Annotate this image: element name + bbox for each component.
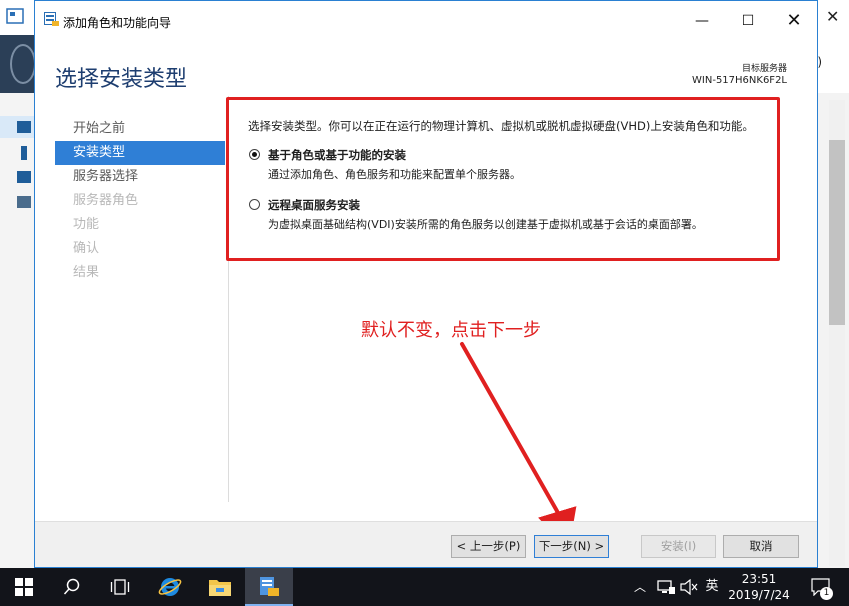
nav-item-server-selection[interactable]: 服务器选择 — [55, 165, 225, 189]
nav-item-server-roles: 服务器角色 — [73, 193, 139, 208]
nav-item-before-you-begin[interactable]: 开始之前 — [55, 117, 225, 141]
server-manager-icon — [6, 8, 24, 24]
notification-center-icon[interactable] — [808, 568, 834, 606]
nav-item-results: 结果 — [73, 265, 100, 280]
previous-button[interactable]: < 上一步(P) — [451, 535, 526, 558]
cancel-button[interactable]: 取消 — [723, 535, 799, 558]
back-arrow-icon[interactable] — [10, 44, 36, 84]
windows-logo-icon — [15, 578, 33, 596]
wizard-footer: < 上一步(P) 下一步(N) > 安装(I) 取消 — [35, 521, 817, 567]
bg-sidebar-all-servers[interactable] — [0, 167, 34, 189]
search-button[interactable] — [48, 568, 96, 606]
wizard-titlebar[interactable]: 添加角色和功能向导 — ☐ ✕ — [35, 1, 817, 38]
taskbar-clock[interactable]: 23:51 2019/7/24 — [722, 571, 796, 603]
server-manager-icon — [260, 577, 279, 596]
wizard-nav: 开始之前 安装类型 服务器选择 服务器角色 功能 确认 结果 — [55, 117, 225, 285]
ime-indicator[interactable]: 英 — [702, 568, 722, 606]
bg-sidebar-local-server[interactable] — [0, 141, 34, 163]
window-title: 添加角色和功能向导 — [63, 16, 172, 30]
target-server-label: 目标服务器 — [741, 64, 787, 74]
page-title: 选择安装类型 — [55, 67, 188, 92]
taskbar-ie[interactable] — [146, 568, 194, 606]
bg-close-icon[interactable]: ✕ — [818, 2, 849, 32]
highlight-box — [226, 97, 780, 261]
dashboard-icon — [17, 121, 31, 133]
nav-item-features: 功能 — [73, 217, 100, 232]
nav-item-installation-type[interactable]: 安装类型 — [55, 141, 225, 165]
volume-muted-icon[interactable] — [678, 568, 700, 606]
info-icon — [21, 146, 27, 160]
bg-server-manager-titlebar — [0, 0, 34, 35]
taskbar: ︿ 英 23:51 2019/7/24 1 — [0, 568, 849, 606]
task-view-button[interactable] — [96, 568, 144, 606]
taskbar-server-manager[interactable] — [245, 568, 293, 606]
bg-sidebar-dashboard[interactable] — [0, 116, 34, 138]
file-services-icon — [17, 196, 31, 208]
bg-sidebar-file-services[interactable] — [0, 192, 34, 214]
maximize-icon[interactable]: ☐ — [725, 6, 771, 36]
install-button: 安装(I) — [641, 535, 716, 558]
clock-time: 23:51 — [741, 572, 777, 586]
start-button[interactable] — [0, 568, 48, 606]
clock-date: 2019/7/24 — [728, 588, 790, 602]
search-icon — [63, 578, 80, 595]
task-view-icon — [110, 579, 130, 595]
tray-chevron-up-icon[interactable]: ︿ — [630, 568, 650, 606]
folder-icon — [209, 580, 231, 596]
bg-right-nav — [818, 35, 849, 93]
nav-item-confirmation: 确认 — [73, 241, 100, 256]
network-icon[interactable] — [655, 568, 677, 606]
close-icon[interactable]: ✕ — [771, 6, 817, 36]
taskbar-file-explorer[interactable] — [196, 568, 244, 606]
next-button[interactable]: 下一步(N) > — [534, 535, 609, 558]
minimize-icon[interactable]: — — [679, 6, 725, 36]
add-roles-wizard-window: 添加角色和功能向导 — ☐ ✕ 选择安装类型 目标服务器 WIN-517H6NK… — [34, 0, 818, 568]
wizard-app-icon — [44, 12, 59, 26]
servers-icon — [17, 171, 31, 183]
annotation-text: 默认不变，点击下一步 — [361, 320, 541, 341]
bg-scrollbar-thumb[interactable] — [829, 140, 845, 325]
notification-badge: 1 — [820, 587, 833, 600]
internet-explorer-icon — [158, 578, 182, 596]
target-server-name: WIN-517H6NK6F2L — [692, 75, 787, 86]
